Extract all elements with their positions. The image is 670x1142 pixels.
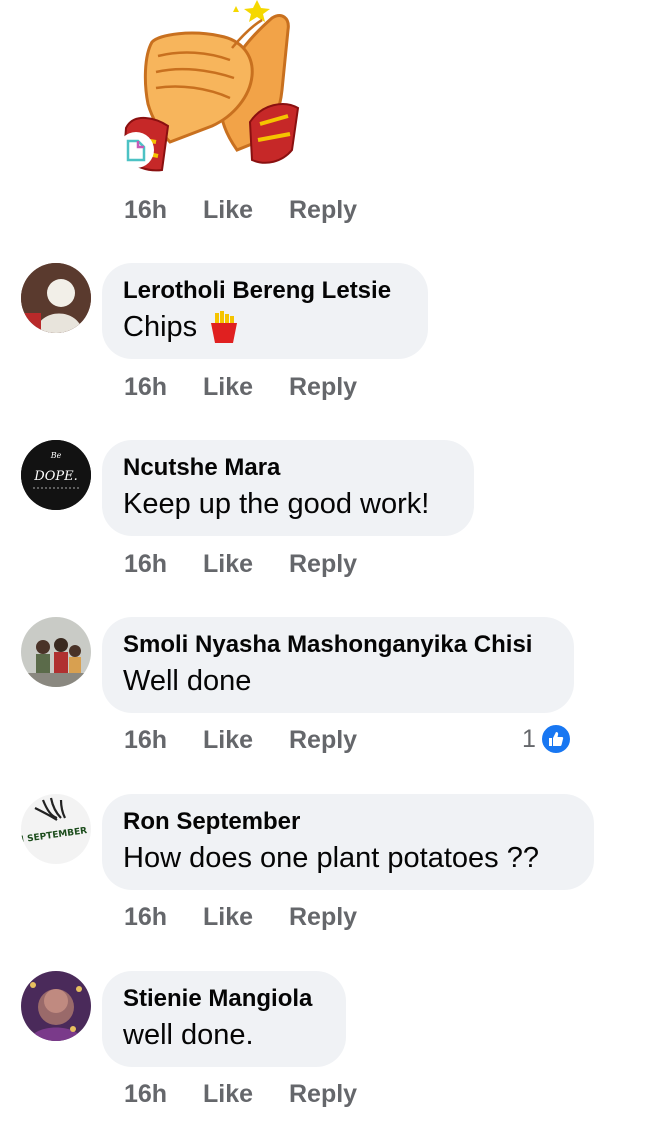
reaction-summary[interactable]: 1 — [522, 722, 572, 756]
comment-timestamp: 16h — [124, 196, 168, 224]
like-button[interactable]: Like — [203, 373, 289, 402]
like-button[interactable]: Like — [203, 726, 289, 755]
comment-text: How does one plant potatoes ?? — [123, 842, 539, 874]
clapping-hands-sticker — [112, 0, 312, 180]
avatar[interactable] — [21, 617, 91, 687]
avatar[interactable]: RON SEPTEMBER — [21, 794, 91, 864]
commenter-name[interactable]: Lerotholi Bereng Letsie — [123, 277, 407, 305]
comment-actions: 16h Like Reply — [124, 903, 357, 932]
commenter-name[interactable]: Ncutshe Mara — [123, 454, 453, 482]
sticker-comment-actions: 16h Like Reply — [124, 196, 357, 225]
avatar-text-main: DOPE. — [33, 469, 77, 484]
comment-bubble: Stienie Mangiola well done. — [102, 971, 346, 1067]
reply-button[interactable]: Reply — [289, 196, 357, 225]
comment-actions: 16h Like Reply — [124, 1080, 357, 1109]
comment-actions: 16h Like Reply — [124, 550, 357, 579]
thumbs-up-icon — [539, 723, 572, 755]
comment-timestamp: 16h — [124, 550, 168, 578]
reply-button[interactable]: Reply — [289, 726, 357, 755]
like-button[interactable]: Like — [203, 903, 289, 932]
avatar-text-top: Be — [50, 451, 62, 460]
like-button[interactable]: Like — [203, 550, 289, 579]
reply-button[interactable]: Reply — [289, 1080, 357, 1109]
comment-actions: 16h Like Reply — [124, 373, 357, 402]
comment-timestamp: 16h — [124, 726, 168, 754]
reply-button[interactable]: Reply — [289, 550, 357, 579]
comment-timestamp: 16h — [124, 373, 168, 401]
comment-bubble: Ron September How does one plant potatoe… — [102, 794, 594, 890]
commenter-name[interactable]: Stienie Mangiola — [123, 985, 325, 1013]
avatar[interactable] — [21, 971, 91, 1041]
avatar[interactable] — [21, 263, 91, 333]
reply-button[interactable]: Reply — [289, 903, 357, 932]
reply-button[interactable]: Reply — [289, 373, 357, 402]
comment-text: Keep up the good work! — [123, 488, 430, 520]
comment-bubble: Smoli Nyasha Mashonganyika Chisi Well do… — [102, 617, 574, 713]
comment-timestamp: 16h — [124, 1080, 168, 1108]
like-button[interactable]: Like — [203, 196, 289, 225]
french-fries-icon — [209, 311, 239, 343]
avatar[interactable]: Be DOPE. — [21, 440, 91, 510]
comment-text: well done. — [123, 1019, 254, 1051]
commenter-name[interactable]: Ron September — [123, 808, 573, 836]
comment-bubble: Ncutshe Mara Keep up the good work! — [102, 440, 474, 536]
commenter-name[interactable]: Smoli Nyasha Mashonganyika Chisi — [123, 631, 553, 659]
reaction-count: 1 — [522, 724, 536, 753]
comment-text: Well done — [123, 665, 252, 697]
comment-text: Chips — [123, 309, 407, 345]
comment-bubble: Lerotholi Bereng Letsie Chips — [102, 263, 428, 359]
comment-actions: 16h Like Reply — [124, 726, 357, 755]
comment-text-content: Chips — [123, 311, 198, 343]
comment-timestamp: 16h — [124, 903, 168, 931]
like-button[interactable]: Like — [203, 1080, 289, 1109]
